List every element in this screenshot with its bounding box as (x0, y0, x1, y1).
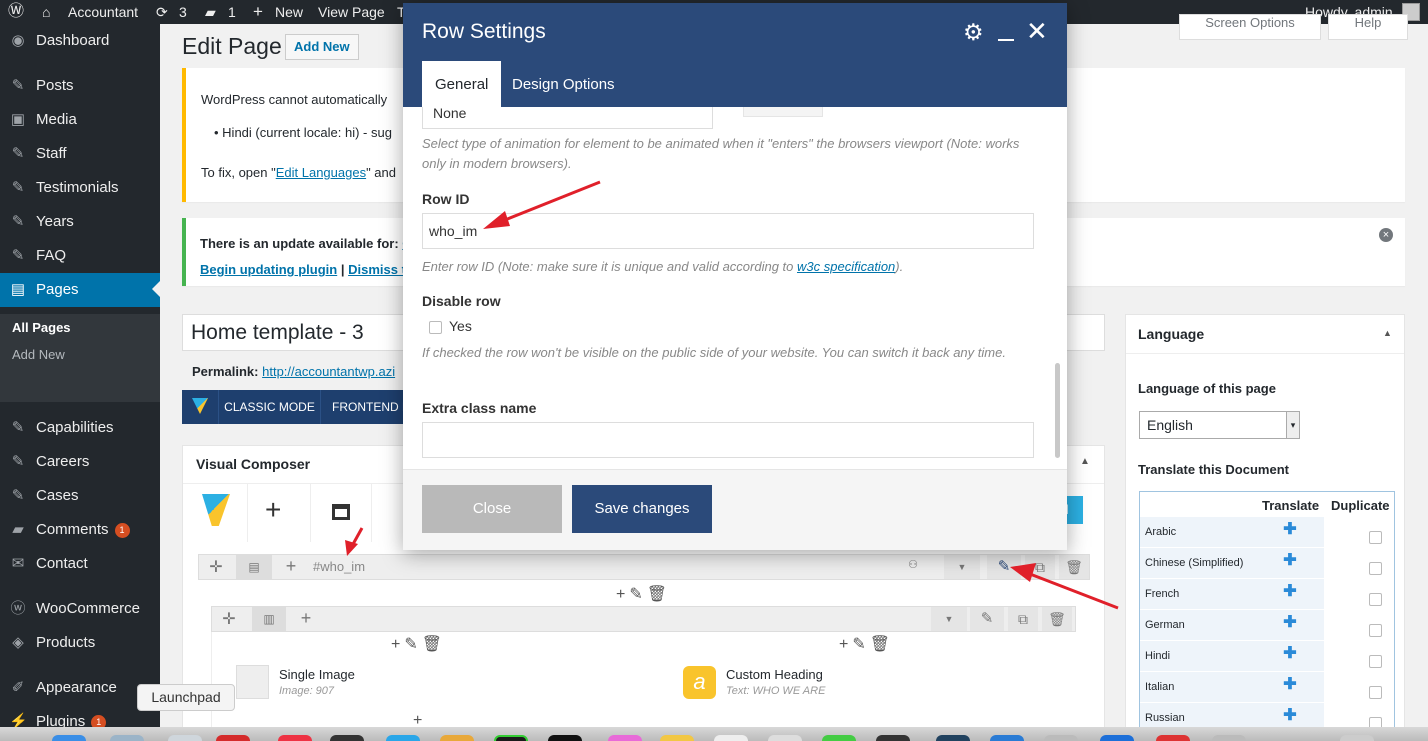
annotation-arrows (345, 180, 1119, 610)
finder-icon[interactable] (52, 735, 86, 741)
arrow-to-edit-icon (1010, 563, 1119, 610)
terminal-icon[interactable] (494, 735, 528, 741)
arrow-to-row-tag (345, 527, 364, 556)
app-icon[interactable] (1044, 735, 1078, 741)
arrow-to-row-id (483, 180, 601, 229)
app-icon[interactable] (768, 735, 802, 741)
launchpad-icon[interactable] (168, 735, 202, 741)
safari-icon[interactable] (386, 735, 420, 741)
app-icon[interactable] (440, 735, 474, 741)
trash-icon[interactable] (1340, 735, 1374, 741)
app-icon[interactable] (660, 735, 694, 741)
app-icon[interactable] (936, 735, 970, 741)
app-icon[interactable] (330, 735, 364, 741)
app-icon[interactable] (1212, 735, 1246, 741)
app-icon[interactable] (714, 735, 748, 741)
launchpad-tooltip: Launchpad (137, 684, 235, 711)
app-icon[interactable] (548, 735, 582, 741)
app-icon[interactable] (1100, 735, 1134, 741)
app-icon[interactable] (822, 735, 856, 741)
app-icon[interactable] (110, 735, 144, 741)
app-icon[interactable] (608, 735, 642, 741)
app-icon[interactable] (876, 735, 910, 741)
app-icon[interactable] (990, 735, 1024, 741)
app-icon[interactable] (216, 735, 250, 741)
app-icon[interactable] (278, 735, 312, 741)
app-icon[interactable] (1156, 735, 1190, 741)
